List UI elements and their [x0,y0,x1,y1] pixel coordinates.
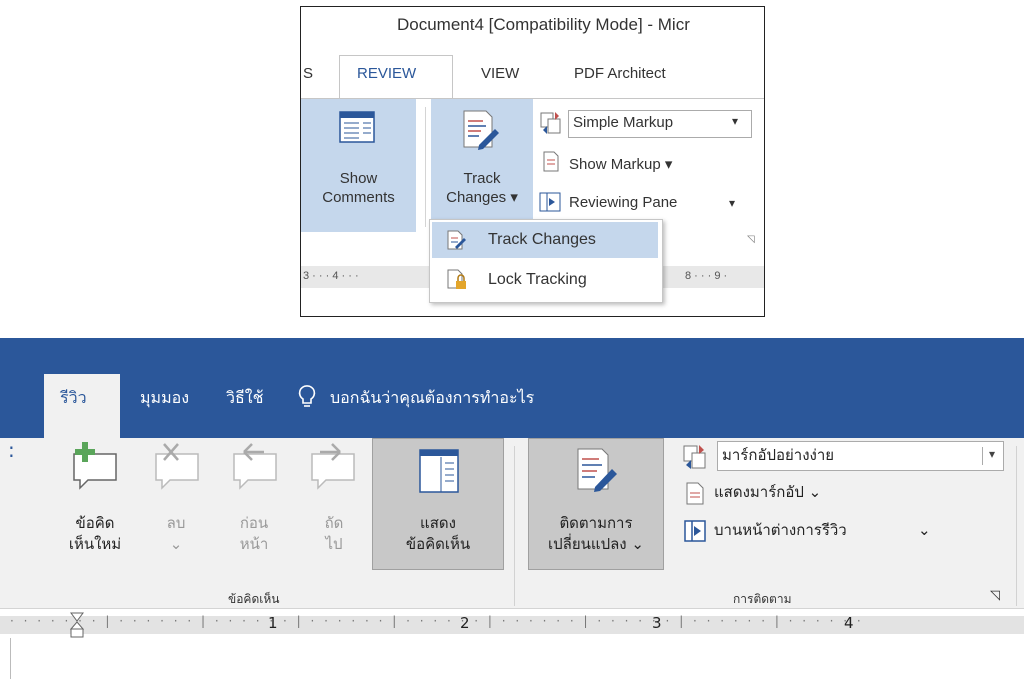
menu-item-label: Lock Tracking [488,271,587,288]
previous-label: ก่อน หน้า [226,513,282,555]
group-separator [1016,446,1017,606]
tab-review[interactable]: รีวิว [60,386,87,411]
ruler-number: 3 [652,614,662,632]
show-comments-icon [419,449,459,493]
track-changes-button[interactable]: ติดตามการ เปลี่ยนแปลง ⌄ [528,438,664,570]
thai-ribbon-screenshot: รีวิว มุมมอง วิธีใช้ บอกฉันว่าคุณต้องการ… [0,338,1024,679]
lock-document-icon [447,269,466,289]
comments-group-title: ข้อคิดเห็น [228,592,280,606]
tab-view[interactable]: VIEW [481,65,519,82]
delete-label: ลบ ⌄ [150,513,202,555]
new-comment-button[interactable]: ข้อคิด เห็นใหม่ [64,442,126,567]
track-changes-line2: Changes ▾ [446,189,518,206]
ruler-number: 1 [268,614,278,632]
new-comment-line1: ข้อคิด [75,514,115,532]
delete-line1: ลบ [166,514,186,532]
dialog-launcher-icon[interactable]: ◹ [990,588,1000,603]
menu-item-lock-tracking[interactable]: Lock Tracking [432,262,658,298]
track-changes-label: ติดตามการ เปลี่ยนแปลง ⌄ [529,513,663,555]
show-comments-label: Show Comments [301,169,416,207]
group-separator [425,107,426,227]
next-comment-button[interactable]: ถัด ไป [306,442,362,567]
tell-me-search[interactable]: บอกฉันว่าคุณต้องการทำอะไร [330,386,534,411]
show-comments-line2: Comments [322,189,395,206]
next-line2: ไป [325,535,343,553]
tab-view[interactable]: มุมมอง [140,386,189,411]
show-comments-icon [339,111,375,143]
compare-icon [540,112,561,134]
show-comments-label: แสดง ข้อคิดเห็น [373,513,503,555]
document-left-edge [10,638,11,679]
track-changes-menu: Track Changes Lock Tracking [429,219,663,303]
chevron-down-icon: ▾ [982,447,995,465]
document-icon [686,482,704,505]
tab-pdf-architect[interactable]: PDF Architect [574,65,666,82]
tab-partial[interactable]: S [303,65,313,82]
previous-comment-icon [233,443,277,490]
ribbon: : ข้อคิด เห็นใหม่ ลบ ⌄ ก่อน หน้า ถัด ไป … [0,438,1024,609]
new-comment-icon [73,442,117,490]
next-label: ถัด ไป [306,513,362,555]
english-ribbon-screenshot: Document4 [Compatibility Mode] - Micr S … [300,6,765,317]
track-changes-button[interactable]: Track Changes ▾ [431,99,533,232]
ruler-ticks: · · · · · · · | · · · · · · | · · · · · … [10,614,864,628]
markup-mode-dropdown[interactable]: มาร์กอัปอย่างง่าย ▾ [717,441,1004,471]
show-comments-button[interactable]: แสดง ข้อคิดเห็น [372,438,504,570]
lightbulb-icon [298,385,316,407]
tab-help[interactable]: วิธีใช้ [226,386,263,411]
dialog-launcher-icon[interactable]: ◹ [747,234,755,245]
previous-line2: หน้า [239,535,269,553]
reviewing-pane-icon [684,520,706,542]
document-icon [543,151,559,172]
ruler: · · · · · · · | · · · · · · | · · · · · … [0,610,1024,640]
group-separator [514,446,515,606]
compare-icon [683,445,706,469]
chevron-down-icon[interactable]: ▾ [729,196,735,210]
ruler-right-ticks: 8 · · · 9 · [685,270,728,282]
window-title: Document4 [Compatibility Mode] - Micr [397,15,690,34]
show-comments-line2: ข้อคิดเห็น [405,535,471,553]
track-changes-line1: ติดตามการ [559,514,633,532]
previous-line1: ก่อน [239,514,269,532]
next-line1: ถัด [324,514,344,532]
tracking-group-title: การติดตาม [733,592,792,606]
track-changes-label: Track Changes ▾ [431,169,533,207]
previous-comment-button[interactable]: ก่อน หน้า [226,442,282,567]
reviewing-pane-button[interactable]: บานหน้าต่างการรีวิว [714,520,847,541]
show-comments-line1: Show [339,170,378,187]
markup-mode-dropdown[interactable]: Simple Markup ▾ [568,110,752,138]
ruler-left-ticks: 3 · · · 4 · · · [303,270,359,282]
track-changes-icon [463,110,499,150]
chevron-down-icon: ▾ [732,114,739,128]
delete-comment-icon [155,443,199,490]
new-comment-line2: เห็นใหม่ [68,535,122,553]
reviewing-pane-button[interactable]: Reviewing Pane [569,194,677,211]
delete-comment-button[interactable]: ลบ ⌄ [150,442,202,567]
menu-item-label: Track Changes [488,231,596,248]
chevron-down-icon: ⌄ [169,535,183,553]
ruler-number: 4 [844,614,854,632]
show-markup-button[interactable]: แสดงมาร์กอัป ⌄ [714,482,821,503]
show-markup-button[interactable]: Show Markup ▾ [569,155,672,173]
ribbon-left-edge: : [8,438,15,462]
chevron-down-icon[interactable]: ⌄ [918,520,931,541]
ruler-number: 2 [460,614,470,632]
track-changes-icon [447,230,466,250]
new-comment-label: ข้อคิด เห็นใหม่ [64,513,126,555]
reviewing-pane-icon [539,192,561,212]
show-comments-button[interactable]: Show Comments [301,99,416,232]
markup-mode-value: Simple Markup [573,114,674,131]
track-changes-icon [577,448,617,492]
next-comment-icon [311,443,355,490]
track-changes-line2: เปลี่ยนแปลง ⌄ [548,535,644,553]
tab-review[interactable]: REVIEW [357,65,416,82]
markup-mode-value: มาร์กอัปอย่างง่าย [722,446,835,464]
show-comments-line1: แสดง [420,514,456,532]
track-changes-line1: Track [463,170,501,187]
menu-item-track-changes[interactable]: Track Changes [432,222,658,258]
